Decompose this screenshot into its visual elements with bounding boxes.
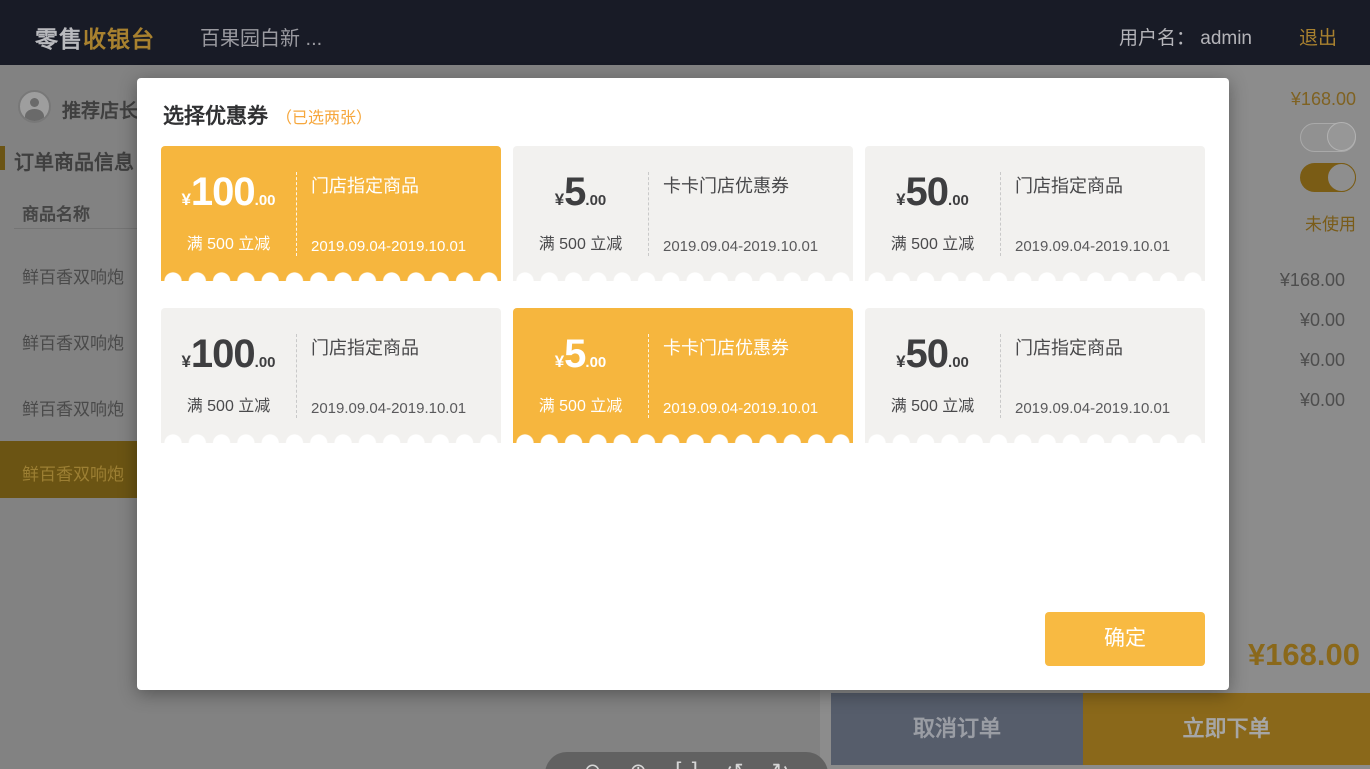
unused-label: 未使用 bbox=[1305, 210, 1356, 235]
coupon-date: 2019.09.04-2019.10.01 bbox=[311, 238, 466, 255]
coupon-title: 卡卡门店优惠券 bbox=[663, 172, 789, 198]
logout-button[interactable]: 退出 bbox=[1299, 23, 1337, 50]
order-total: ¥168.00 bbox=[1248, 637, 1360, 673]
place-order-button[interactable]: 立即下单 bbox=[1083, 693, 1370, 765]
coupon-title: 门店指定商品 bbox=[311, 172, 419, 198]
toggle-knob bbox=[1327, 163, 1356, 192]
coupon-title: 卡卡门店优惠券 bbox=[663, 334, 789, 360]
modal-subtitle: （已选两张） bbox=[276, 110, 372, 127]
coupon-condition: 满 500 立减 bbox=[513, 230, 648, 254]
coupon-amount: ¥50.00 bbox=[865, 170, 1000, 215]
price-row: ¥0.00 bbox=[1300, 390, 1345, 411]
username-text: 用户名： admin bbox=[1119, 23, 1252, 50]
coupon-amount: ¥5.00 bbox=[513, 332, 648, 377]
coupon-card-5[interactable]: ¥5.00 满 500 立减 卡卡门店优惠券 2019.09.04-2019.1… bbox=[513, 146, 853, 281]
price-row: ¥0.00 bbox=[1300, 310, 1345, 331]
coupon-date: 2019.09.04-2019.10.01 bbox=[311, 400, 466, 417]
confirm-button[interactable]: 确定 bbox=[1045, 612, 1205, 666]
coupon-condition: 满 500 立减 bbox=[161, 392, 296, 416]
rotate-left-icon[interactable]: ↺ bbox=[726, 761, 744, 769]
coupon-title: 门店指定商品 bbox=[1015, 172, 1123, 198]
rotate-right-icon[interactable]: ↻ bbox=[772, 761, 790, 769]
ticket-edge bbox=[865, 268, 1205, 281]
coupon-date: 2019.09.04-2019.10.01 bbox=[663, 400, 818, 417]
zoom-out-icon[interactable]: ⊖ bbox=[584, 761, 602, 769]
modal-title: 选择优惠券 （已选两张） bbox=[163, 100, 372, 130]
section-marker bbox=[0, 146, 5, 170]
toggle-knob bbox=[1327, 122, 1356, 151]
coupon-title: 门店指定商品 bbox=[311, 334, 419, 360]
coupon-amount: ¥100.00 bbox=[161, 170, 296, 215]
ticket-edge bbox=[865, 430, 1205, 443]
coupon-card-100[interactable]: ¥100.00 满 500 立减 门店指定商品 2019.09.04-2019.… bbox=[161, 308, 501, 443]
recommend-clerk-label: 推荐店长 bbox=[62, 96, 138, 123]
username-label: 用户名： bbox=[1119, 28, 1195, 49]
store-name: 百果园白新 ... bbox=[200, 22, 322, 51]
coupon-date: 2019.09.04-2019.10.01 bbox=[663, 238, 818, 255]
coupon-condition: 满 500 立减 bbox=[161, 230, 296, 254]
coupon-amount: ¥5.00 bbox=[513, 170, 648, 215]
toggle-on[interactable] bbox=[1300, 163, 1356, 192]
divider bbox=[296, 334, 297, 418]
order-info-title: 订单商品信息 bbox=[14, 146, 134, 175]
original-size-icon[interactable]: [ ] bbox=[675, 761, 698, 769]
product-row[interactable]: 鲜百香双响炮 bbox=[22, 263, 124, 288]
coupon-date: 2019.09.04-2019.10.01 bbox=[1015, 238, 1170, 255]
coupon-title: 门店指定商品 bbox=[1015, 334, 1123, 360]
coupon-grid: ¥100.00 满 500 立减 门店指定商品 2019.09.04-2019.… bbox=[161, 146, 1205, 443]
username-value: admin bbox=[1200, 28, 1252, 49]
coupon-date: 2019.09.04-2019.10.01 bbox=[1015, 400, 1170, 417]
price-row: ¥168.00 bbox=[1280, 270, 1345, 291]
coupon-condition: 满 500 立减 bbox=[865, 392, 1000, 416]
coupon-card-50-b[interactable]: ¥50.00 满 500 立减 门店指定商品 2019.09.04-2019.1… bbox=[865, 308, 1205, 443]
product-row-label: 鲜百香双响炮 bbox=[22, 460, 124, 485]
person-icon bbox=[30, 98, 39, 107]
price-row: ¥0.00 bbox=[1300, 350, 1345, 371]
coupon-condition: 满 500 立减 bbox=[513, 392, 648, 416]
image-viewer-toolbar: ⊖ ⊕ [ ] ↺ ↻ bbox=[545, 752, 828, 769]
coupon-amount-text: ¥168.00 bbox=[1291, 89, 1356, 110]
product-name-header: 商品名称 bbox=[22, 200, 90, 225]
app-title-accent: 收银台 bbox=[83, 26, 155, 52]
coupon-card-50[interactable]: ¥50.00 满 500 立减 门店指定商品 2019.09.04-2019.1… bbox=[865, 146, 1205, 281]
divider bbox=[1000, 334, 1001, 418]
ticket-edge bbox=[513, 430, 853, 443]
divider bbox=[296, 172, 297, 256]
product-row[interactable]: 鲜百香双响炮 bbox=[22, 395, 124, 420]
coupon-card-100-selected[interactable]: ¥100.00 满 500 立减 门店指定商品 2019.09.04-2019.… bbox=[161, 146, 501, 281]
coupon-condition: 满 500 立减 bbox=[865, 230, 1000, 254]
coupon-amount: ¥100.00 bbox=[161, 332, 296, 377]
ticket-edge bbox=[161, 430, 501, 443]
divider bbox=[1000, 172, 1001, 256]
screen: 零售收银台 百果园白新 ... 用户名： admin 退出 推荐店长 订单商品信… bbox=[0, 0, 1370, 769]
coupon-amount: ¥50.00 bbox=[865, 332, 1000, 377]
cancel-order-button[interactable]: 取消订单 bbox=[831, 693, 1083, 765]
divider bbox=[648, 334, 649, 418]
product-row[interactable]: 鲜百香双响炮 bbox=[22, 329, 124, 354]
ticket-edge bbox=[513, 268, 853, 281]
coupon-modal: 选择优惠券 （已选两张） ¥100.00 满 500 立减 门店指定商品 2019… bbox=[137, 78, 1229, 690]
zoom-in-icon[interactable]: ⊕ bbox=[629, 761, 647, 769]
divider bbox=[648, 172, 649, 256]
app-title: 零售收银台 bbox=[35, 20, 155, 54]
ticket-edge bbox=[161, 268, 501, 281]
modal-title-text: 选择优惠券 bbox=[163, 105, 268, 128]
app-title-primary: 零售 bbox=[35, 26, 83, 52]
toggle-off[interactable] bbox=[1300, 123, 1356, 152]
app-header: 零售收银台 百果园白新 ... 用户名： admin 退出 bbox=[0, 0, 1370, 65]
coupon-card-5-selected[interactable]: ¥5.00 满 500 立减 卡卡门店优惠券 2019.09.04-2019.1… bbox=[513, 308, 853, 443]
avatar bbox=[18, 90, 51, 123]
